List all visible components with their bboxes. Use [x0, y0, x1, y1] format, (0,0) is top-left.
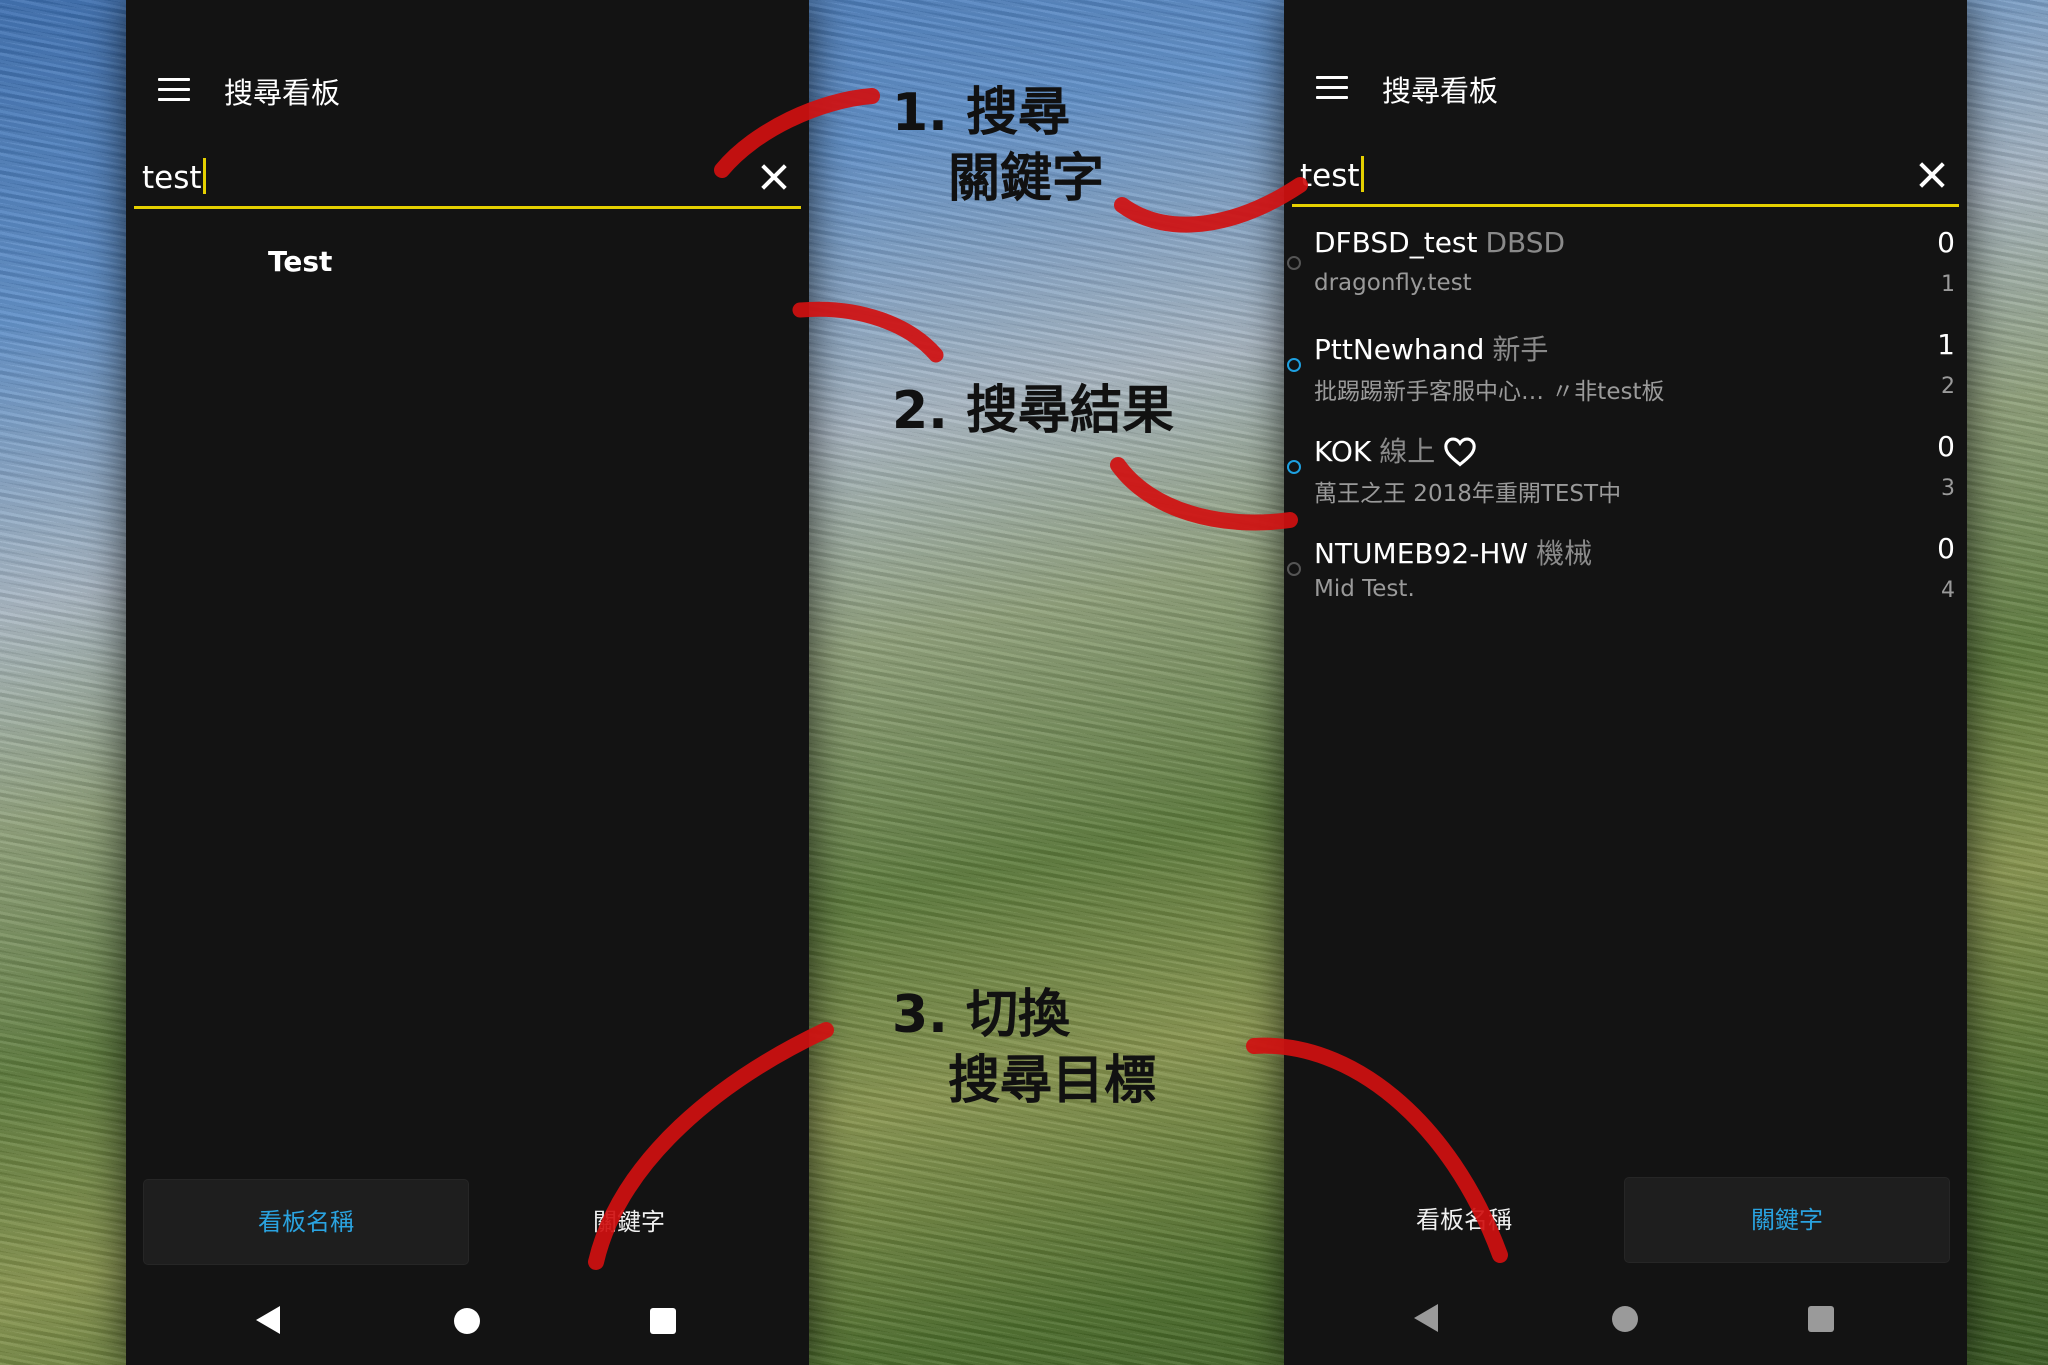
board-title: DFBSD_test DBSD	[1314, 226, 1565, 259]
app-bar: 搜尋看板	[126, 58, 809, 124]
tab-board-name[interactable]: 看板名稱	[1302, 1178, 1626, 1262]
left-screen: 搜尋看板 test Test 看板名稱 關鍵字	[126, 0, 809, 1365]
board-count: 0	[1937, 430, 1955, 463]
search-field-wrap[interactable]: test	[142, 158, 206, 196]
page-title: 搜尋看板	[1382, 74, 1499, 108]
board-index: 2	[1941, 374, 1955, 399]
menu-icon[interactable]	[1316, 76, 1348, 100]
page-title: 搜尋看板	[224, 76, 341, 110]
annotation-step3-line1: 3. 切換	[892, 985, 1071, 1045]
board-name: KOK	[1314, 435, 1372, 468]
right-screen: 搜尋看板 test DFBSD_test DBSD dragonfly.test …	[1284, 0, 1967, 1365]
board-index: 4	[1941, 578, 1955, 603]
annotation-step3-line2: 搜尋目標	[948, 1051, 1157, 1111]
home-icon[interactable]	[454, 1308, 480, 1334]
board-category: 新手	[1492, 333, 1549, 366]
annotation-step1-line2: 關鍵字	[948, 149, 1105, 209]
tab-keyword[interactable]: 關鍵字	[467, 1180, 791, 1264]
text-cursor	[1360, 156, 1364, 192]
board-results-list: DFBSD_test DBSD dragonfly.test 0 1 PttNew…	[1284, 218, 1967, 626]
search-value[interactable]: test	[1300, 158, 1360, 194]
board-title: PttNewhand 新手	[1314, 328, 1548, 368]
board-title: NTUMEB92-HW 機械	[1314, 532, 1592, 572]
board-category: DBSD	[1485, 226, 1566, 259]
board-category: 機械	[1536, 537, 1593, 570]
board-description: 批踢踢新手客服中心… 〃非test板	[1314, 379, 1665, 405]
search-target-tabs: 看板名稱 關鍵字	[1302, 1178, 1949, 1262]
search-value[interactable]: test	[142, 160, 202, 196]
list-item[interactable]: DFBSD_test DBSD dragonfly.test 0 1	[1284, 218, 1967, 320]
list-item[interactable]: KOK 線上 萬王之王 2018年重開TEST中 0 3	[1284, 422, 1967, 524]
list-item[interactable]: NTUMEB92-HW 機械 Mid Test. 0 4	[1284, 524, 1967, 626]
board-description: dragonfly.test	[1314, 270, 1472, 296]
board-name: PttNewhand	[1314, 333, 1485, 366]
home-icon[interactable]	[1612, 1306, 1638, 1332]
text-cursor	[202, 158, 206, 194]
annotation-step3: 3. 切換 搜尋目標	[892, 982, 1156, 1114]
annotation-step1-line1: 1. 搜尋	[892, 83, 1071, 143]
app-bar: 搜尋看板	[1284, 56, 1967, 122]
search-suggestion[interactable]: Test	[268, 245, 332, 278]
board-title: KOK 線上	[1314, 430, 1477, 470]
tab-board-name[interactable]: 看板名稱	[144, 1180, 468, 1264]
system-nav-bar	[1284, 1288, 1967, 1358]
board-count: 0	[1937, 532, 1955, 565]
board-description: 萬王之王 2018年重開TEST中	[1314, 481, 1622, 507]
board-count: 0	[1937, 226, 1955, 259]
board-category: 線上	[1379, 435, 1436, 468]
unread-dot-icon	[1287, 562, 1301, 576]
board-index: 3	[1941, 476, 1955, 501]
close-icon[interactable]	[1917, 160, 1947, 190]
back-icon[interactable]	[1414, 1304, 1438, 1332]
list-item[interactable]: PttNewhand 新手 批踢踢新手客服中心… 〃非test板 1 2	[1284, 320, 1967, 422]
board-name: NTUMEB92-HW	[1314, 537, 1529, 570]
recent-icon[interactable]	[650, 1308, 676, 1334]
recent-icon[interactable]	[1808, 1306, 1834, 1332]
unread-dot-icon	[1287, 460, 1301, 474]
search-input[interactable]: test	[134, 150, 801, 209]
board-count: 1	[1937, 328, 1955, 361]
board-index: 1	[1941, 272, 1955, 297]
unread-dot-icon	[1287, 358, 1301, 372]
annotation-step2: 2. 搜尋結果	[892, 381, 1175, 441]
back-icon[interactable]	[256, 1306, 280, 1334]
search-target-tabs: 看板名稱 關鍵字	[144, 1180, 791, 1264]
annotation-step1: 1. 搜尋 關鍵字	[892, 80, 1104, 212]
unread-dot-icon	[1287, 256, 1301, 270]
heart-icon[interactable]	[1443, 435, 1477, 467]
board-name: DFBSD_test	[1314, 226, 1478, 259]
tab-keyword[interactable]: 關鍵字	[1625, 1178, 1949, 1262]
close-icon[interactable]	[759, 162, 789, 192]
system-nav-bar	[126, 1290, 809, 1360]
search-field-wrap[interactable]: test	[1300, 156, 1364, 194]
search-input[interactable]: test	[1292, 148, 1959, 207]
board-description: Mid Test.	[1314, 576, 1415, 602]
menu-icon[interactable]	[158, 78, 190, 102]
